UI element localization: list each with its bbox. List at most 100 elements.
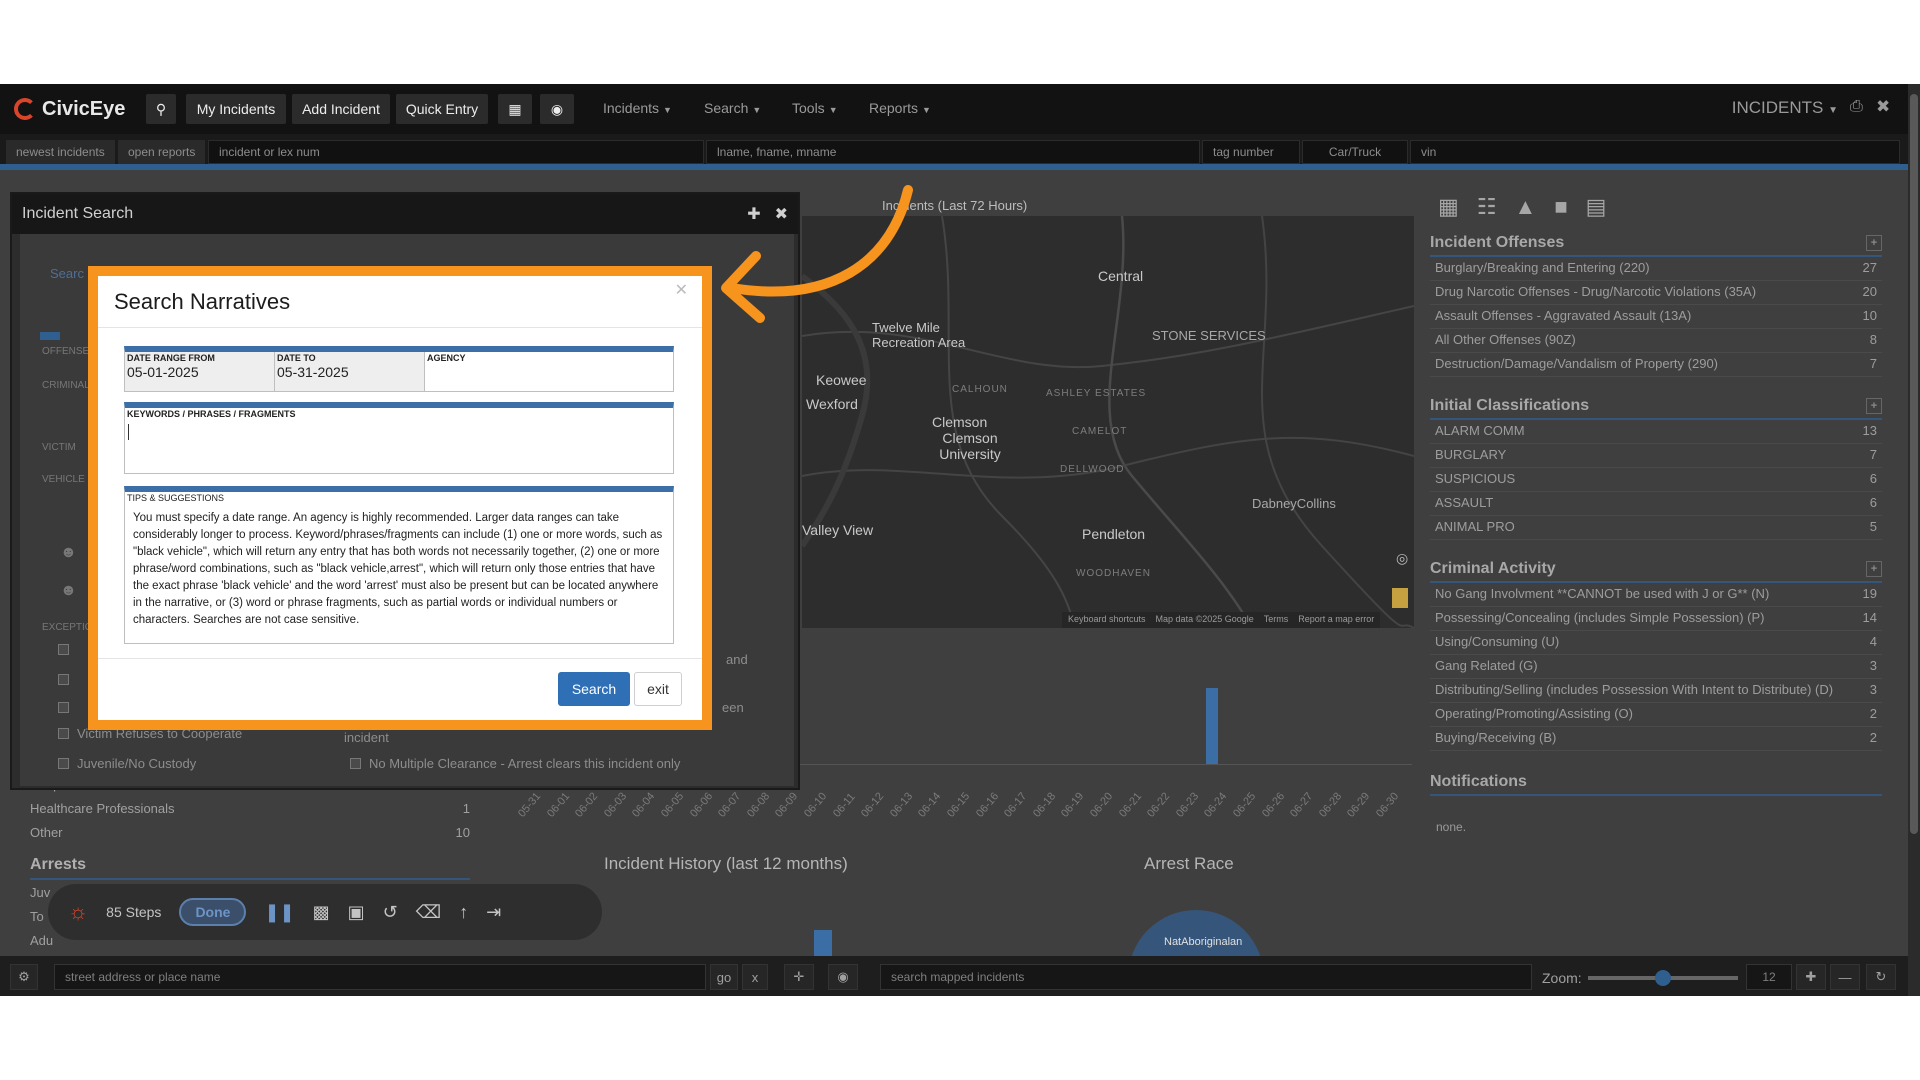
map-footer-link[interactable]: Keyboard shortcuts <box>1068 614 1146 626</box>
add-incident-button[interactable]: Add Incident <box>292 94 390 124</box>
checkbox[interactable] <box>58 644 69 655</box>
list-item[interactable]: Gang Related (G) 3 <box>1430 655 1882 679</box>
list-item[interactable]: Possessing/Concealing (includes Simple P… <box>1430 607 1882 631</box>
person-icon[interactable]: ☻ <box>60 582 77 600</box>
tag-number-input[interactable]: tag number <box>1202 140 1300 164</box>
quick-entry-button[interactable]: Quick Entry <box>396 94 488 124</box>
undo-icon[interactable]: ↺ <box>383 902 398 923</box>
arrow-up-icon[interactable]: ↑ <box>459 902 468 923</box>
clear-button[interactable]: x <box>742 964 768 990</box>
map-footer-link[interactable]: Terms <box>1264 614 1289 626</box>
list-item[interactable]: SUSPICIOUS 6 <box>1430 468 1882 492</box>
checkbox[interactable] <box>58 758 69 769</box>
checkbox[interactable] <box>58 674 69 685</box>
newest-incidents-button[interactable]: newest incidents <box>6 140 115 164</box>
crosshair-icon[interactable]: ✛ <box>784 964 814 990</box>
open-reports-button[interactable]: open reports <box>118 140 206 164</box>
vehicle-type-select[interactable]: Car/Truck <box>1302 140 1408 164</box>
map-pin-icon[interactable]: ◉ <box>828 964 858 990</box>
mapped-incidents-input[interactable]: search mapped incidents <box>880 964 1532 990</box>
zoom-slider-thumb[interactable] <box>1655 970 1671 986</box>
menu-incidents[interactable]: Incidents ▼ <box>603 100 672 116</box>
trash-icon[interactable]: ⌫ <box>416 902 441 923</box>
calculator-icon[interactable]: ▦ <box>1438 194 1459 220</box>
agency-field[interactable]: AGENCY <box>425 352 673 391</box>
map-footer-link[interactable]: Report a map error <box>1298 614 1374 626</box>
menu-reports[interactable]: Reports ▼ <box>869 100 931 116</box>
no-multiple-clearance-checkbox[interactable]: No Multiple Clearance - Arrest clears th… <box>350 756 680 771</box>
go-button[interactable]: go <box>710 964 738 990</box>
incident-number-input[interactable]: incident or lex num <box>208 140 704 164</box>
list-item[interactable]: ALARM COMM 13 <box>1430 420 1882 444</box>
blur-icon[interactable]: ▩ <box>313 902 330 923</box>
pause-icon[interactable]: ❚❚ <box>264 902 294 923</box>
chart-bar[interactable] <box>1206 688 1219 764</box>
close-icon[interactable]: ✕ <box>675 280 688 300</box>
zoom-out-icon[interactable]: — <box>1830 964 1860 990</box>
location-target-icon[interactable]: ◎ <box>1396 550 1408 567</box>
done-button[interactable]: Done <box>179 898 247 926</box>
exit-button[interactable]: exit <box>634 672 682 706</box>
stats-row[interactable]: Healthcare Professionals 1 <box>30 796 470 820</box>
checkbox-item[interactable] <box>58 644 69 655</box>
scrollbar-thumb[interactable] <box>1910 94 1918 834</box>
list-item[interactable]: Drug Narcotic Offenses - Drug/Narcotic V… <box>1430 281 1882 305</box>
list-item[interactable]: No Gang Involvment **CANNOT be used with… <box>1430 583 1882 607</box>
expand-plus-icon[interactable]: + <box>1866 398 1882 414</box>
refresh-icon[interactable]: ↻ <box>1866 964 1896 990</box>
menu-tools[interactable]: Tools ▼ <box>792 100 838 116</box>
calculator-icon[interactable]: ▦ <box>498 94 532 124</box>
list-item[interactable]: ASSAULT 6 <box>1430 492 1882 516</box>
menu-search[interactable]: Search ▼ <box>704 100 761 116</box>
map-pin-icon[interactable]: ◉ <box>540 94 574 124</box>
zoom-slider[interactable] <box>1588 970 1738 986</box>
checkbox[interactable] <box>350 758 361 769</box>
page-scrollbar[interactable] <box>1908 84 1920 996</box>
report-icon[interactable]: ▤ <box>1586 194 1607 220</box>
zoom-value[interactable]: 12 <box>1746 964 1792 990</box>
keywords-field[interactable]: KEYWORDS / PHRASES / FRAGMENTS <box>124 402 674 474</box>
expand-plus-icon[interactable]: + <box>1866 561 1882 577</box>
list-item[interactable]: All Other Offenses (90Z) 8 <box>1430 329 1882 353</box>
list-item[interactable]: Using/Consuming (U) 4 <box>1430 631 1882 655</box>
list-item[interactable]: Destruction/Damage/Vandalism of Property… <box>1430 353 1882 377</box>
list-item[interactable]: Operating/Promoting/Assisting (O) 2 <box>1430 703 1882 727</box>
juvenile-no-custody-checkbox[interactable]: Juvenile/No Custody <box>58 756 196 771</box>
section-switcher[interactable]: INCIDENTS ▼ <box>1732 98 1838 118</box>
print-icon[interactable]: ⎙ <box>1850 98 1863 116</box>
expand-plus-icon[interactable]: + <box>1866 235 1882 251</box>
date-from-field[interactable]: DATE RANGE FROM 05-01-2025 <box>125 352 275 391</box>
street-view-icon[interactable] <box>1392 588 1408 608</box>
list-item[interactable]: ANIMAL PRO 5 <box>1430 516 1882 540</box>
date-to-field[interactable]: DATE TO 05-31-2025 <box>275 352 425 391</box>
date-from-value[interactable]: 05-01-2025 <box>125 364 274 380</box>
app-logo[interactable]: CivicEye <box>14 96 125 122</box>
checkbox-item[interactable] <box>58 674 69 685</box>
checkbox[interactable] <box>58 728 69 739</box>
document-icon[interactable]: ■ <box>1554 194 1567 220</box>
my-incidents-button[interactable]: My Incidents <box>186 94 286 124</box>
skip-to-end-icon[interactable]: ⇥ <box>486 902 501 923</box>
list-item[interactable]: Burglary/Breaking and Entering (220) 27 <box>1430 257 1882 281</box>
close-icon[interactable]: ✖ <box>1876 97 1890 117</box>
date-to-value[interactable]: 05-31-2025 <box>275 364 424 380</box>
search-tab[interactable]: Searc <box>50 266 84 281</box>
search-button[interactable]: Search <box>558 672 630 706</box>
name-search-input[interactable]: lname, fname, mname <box>706 140 1200 164</box>
person-icon[interactable]: ☻ <box>60 544 77 562</box>
zoom-in-icon[interactable]: ✚ <box>1796 964 1826 990</box>
list-item[interactable]: Distributing/Selling (includes Possessio… <box>1430 679 1882 703</box>
address-input[interactable]: street address or place name <box>54 964 706 990</box>
checkbox[interactable] <box>58 702 69 713</box>
stats-row[interactable]: Other 10 <box>30 820 470 844</box>
vin-input[interactable]: vin <box>1410 140 1900 164</box>
checkbox-item[interactable] <box>58 702 69 713</box>
list-item[interactable]: Assault Offenses - Aggravated Assault (1… <box>1430 305 1882 329</box>
search-icon[interactable]: ⚲ <box>146 94 176 124</box>
list-item[interactable]: BURGLARY 7 <box>1430 444 1882 468</box>
list-item[interactable]: Buying/Receiving (B) 2 <box>1430 727 1882 751</box>
image-icon[interactable]: ▣ <box>348 902 365 923</box>
calendar-icon[interactable]: ☷ <box>1477 194 1497 220</box>
settings-gear-icon[interactable]: ⚙ <box>10 964 38 990</box>
map-person-icon[interactable]: ▲ <box>1515 194 1537 220</box>
